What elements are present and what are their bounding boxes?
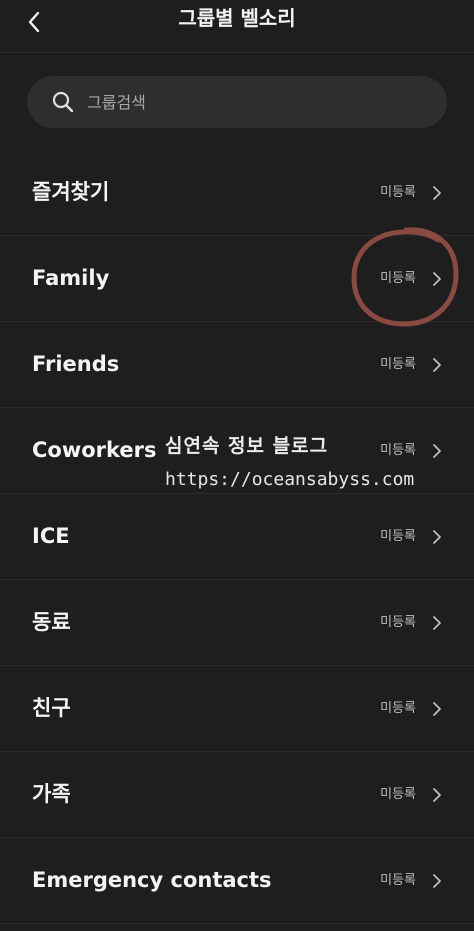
group-row-family-ko[interactable]: 가족 미등록 xyxy=(0,752,474,838)
status-text: 미등록 xyxy=(380,443,416,458)
status-text: 미등록 xyxy=(380,357,416,372)
group-label: 가족 xyxy=(32,782,71,806)
group-label: ICE xyxy=(32,524,70,548)
group-row-coworkers[interactable]: Coworkers 미등록 xyxy=(0,408,474,494)
chevron-right-icon xyxy=(433,788,441,802)
chevron-right-icon xyxy=(433,272,441,286)
group-row-colleagues[interactable]: 동료 미등록 xyxy=(0,580,474,666)
chevron-right-icon xyxy=(433,874,441,888)
status-text: 미등록 xyxy=(380,615,416,630)
group-row-friends-ko[interactable]: 친구 미등록 xyxy=(0,666,474,752)
group-row-emergency[interactable]: Emergency contacts 미등록 xyxy=(0,838,474,924)
group-row-family[interactable]: Family 미등록 xyxy=(0,236,474,322)
status-text: 미등록 xyxy=(380,185,416,200)
group-label: 친구 xyxy=(32,696,71,720)
chevron-right-icon xyxy=(433,186,441,200)
chevron-right-icon xyxy=(433,616,441,630)
group-list: 즐겨찾기 미등록 Family 미등록 Friends 미등록 Coworker… xyxy=(0,150,474,924)
chevron-right-icon xyxy=(433,530,441,544)
group-label: Coworkers xyxy=(32,438,157,462)
group-row-ice[interactable]: ICE 미등록 xyxy=(0,494,474,580)
chevron-right-icon xyxy=(433,444,441,458)
group-label: 동료 xyxy=(32,610,71,634)
group-label: Friends xyxy=(32,352,120,376)
header: 그룹별 벨소리 xyxy=(0,0,474,53)
status-text: 미등록 xyxy=(380,787,416,802)
screen: 그룹별 벨소리 즐겨찾기 미등록 Family 미등록 Friends 미등록 … xyxy=(0,0,474,931)
chevron-right-icon xyxy=(433,702,441,716)
status-text: 미등록 xyxy=(380,271,416,286)
group-label: Emergency contacts xyxy=(32,868,272,892)
chevron-right-icon xyxy=(433,358,441,372)
status-text: 미등록 xyxy=(380,529,416,544)
group-row-friends[interactable]: Friends 미등록 xyxy=(0,322,474,408)
status-text: 미등록 xyxy=(380,701,416,716)
search-icon xyxy=(52,91,74,113)
search-input[interactable] xyxy=(87,76,427,128)
search-bar[interactable] xyxy=(27,76,447,128)
status-text: 미등록 xyxy=(380,873,416,888)
group-label: Family xyxy=(32,266,110,290)
group-row-favorites[interactable]: 즐겨찾기 미등록 xyxy=(0,150,474,236)
page-title: 그룹별 벨소리 xyxy=(178,6,296,30)
group-label: 즐겨찾기 xyxy=(32,180,110,204)
